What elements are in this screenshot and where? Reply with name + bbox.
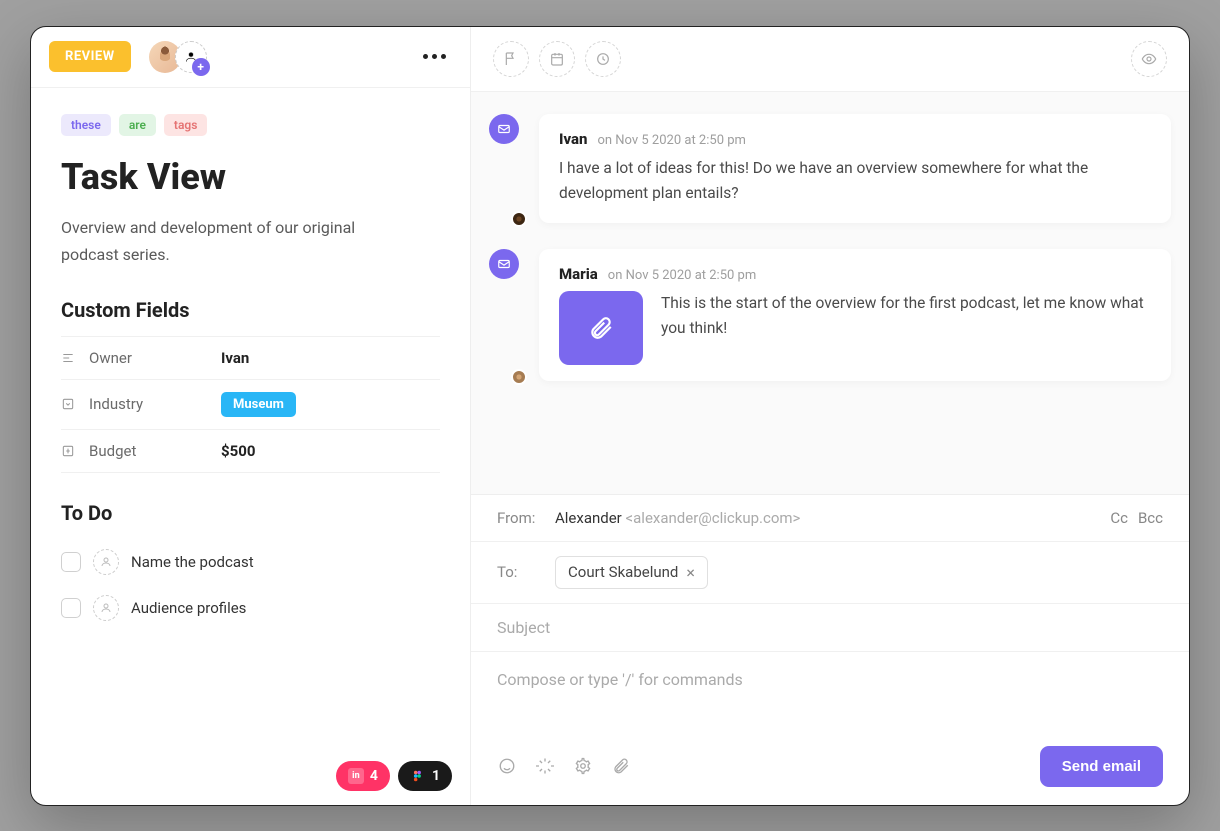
todo-item: Name the podcast — [61, 539, 440, 585]
comment-avatar — [489, 249, 523, 381]
user-avatar-mini — [511, 369, 527, 385]
custom-field-row: Budget $500 — [61, 429, 440, 473]
figma-pill[interactable]: 1 — [398, 761, 452, 791]
comment-thread: Ivan on Nov 5 2020 at 2:50 pm I have a l… — [471, 92, 1189, 494]
comment-timestamp: on Nov 5 2020 at 2:50 pm — [608, 268, 756, 283]
recipient-name: Court Skabelund — [568, 563, 678, 581]
to-row: To: Court Skabelund × — [471, 542, 1189, 604]
right-header — [471, 27, 1189, 92]
remove-recipient-icon[interactable]: × — [686, 563, 695, 582]
body-row — [471, 652, 1189, 734]
tag[interactable]: these — [61, 114, 111, 136]
tag-list: these are tags — [61, 114, 440, 136]
email-composer: From: Alexander <alexander@clickup.com> … — [471, 494, 1189, 805]
from-name: Alexander — [555, 509, 622, 527]
cf-label: Owner — [81, 349, 221, 367]
comment-body: I have a lot of ideas for this! Do we ha… — [559, 156, 1151, 207]
app-window: REVIEW + these are tags Task View Overvi… — [30, 26, 1190, 806]
left-footer: in 4 1 — [336, 761, 452, 791]
cf-label: Budget — [81, 442, 221, 460]
cf-value[interactable]: Ivan — [221, 349, 249, 367]
comment-body: This is the start of the overview for th… — [661, 291, 1151, 342]
task-title[interactable]: Task View — [61, 156, 440, 198]
left-panel: REVIEW + these are tags Task View Overvi… — [31, 27, 471, 805]
cf-label: Industry — [81, 395, 221, 413]
checkbox[interactable] — [61, 552, 81, 572]
assign-todo-button[interactable] — [93, 595, 119, 621]
cf-value-chip[interactable]: Museum — [221, 392, 296, 417]
status-badge[interactable]: REVIEW — [49, 41, 131, 72]
cf-value[interactable]: $500 — [221, 442, 255, 460]
todo-section: To Do Name the podcast Audience profiles — [61, 501, 440, 631]
figma-count: 1 — [432, 768, 440, 784]
comment-timestamp: on Nov 5 2020 at 2:50 pm — [597, 133, 745, 148]
date-button[interactable] — [539, 41, 575, 77]
ai-button[interactable] — [535, 756, 555, 776]
comment-author: Maria — [559, 265, 598, 283]
mail-icon — [489, 249, 519, 279]
plus-icon: + — [192, 58, 210, 76]
comment: Ivan on Nov 5 2020 at 2:50 pm I have a l… — [489, 114, 1171, 223]
attachment-tile[interactable] — [559, 291, 643, 365]
invision-pill[interactable]: in 4 — [336, 761, 390, 791]
checkbox[interactable] — [61, 598, 81, 618]
tag[interactable]: are — [119, 114, 156, 136]
assign-todo-button[interactable] — [93, 549, 119, 575]
right-panel: Ivan on Nov 5 2020 at 2:50 pm I have a l… — [471, 27, 1189, 805]
paperclip-icon — [588, 315, 614, 341]
custom-field-row: Owner Ivan — [61, 336, 440, 379]
comment-bubble[interactable]: Maria on Nov 5 2020 at 2:50 pm This is t… — [539, 249, 1171, 381]
tag[interactable]: tags — [164, 114, 207, 136]
task-body: these are tags Task View Overview and de… — [31, 88, 470, 805]
comment: Maria on Nov 5 2020 at 2:50 pm This is t… — [489, 249, 1171, 381]
emoji-button[interactable] — [497, 756, 517, 776]
figma-icon — [410, 768, 426, 784]
text-field-icon — [61, 351, 81, 365]
flag-button[interactable] — [493, 41, 529, 77]
user-avatar-mini — [511, 211, 527, 227]
to-label: To: — [497, 563, 555, 581]
todo-text[interactable]: Name the podcast — [131, 553, 254, 571]
send-email-button[interactable]: Send email — [1040, 746, 1163, 787]
bcc-button[interactable]: Bcc — [1138, 509, 1163, 527]
task-description[interactable]: Overview and development of our original… — [61, 214, 361, 268]
subject-input[interactable] — [497, 618, 1163, 637]
from-row: From: Alexander <alexander@clickup.com> … — [471, 495, 1189, 542]
invision-icon: in — [348, 768, 364, 784]
todo-item: Audience profiles — [61, 585, 440, 631]
more-menu-button[interactable] — [417, 48, 452, 65]
attach-button[interactable] — [611, 756, 631, 776]
comment-avatar — [489, 114, 523, 223]
custom-fields-heading: Custom Fields — [61, 298, 440, 322]
body-input[interactable] — [497, 670, 1163, 710]
custom-fields-table: Owner Ivan Industry Museum Budget $500 — [61, 336, 440, 473]
from-label: From: — [497, 509, 555, 527]
comment-author: Ivan — [559, 130, 587, 148]
money-field-icon — [61, 444, 81, 458]
cc-button[interactable]: Cc — [1110, 509, 1128, 527]
composer-footer: Send email — [471, 734, 1189, 805]
custom-field-row: Industry Museum — [61, 379, 440, 429]
from-email: <alexander@clickup.com> — [626, 509, 801, 527]
todo-heading: To Do — [61, 501, 440, 525]
watch-button[interactable] — [1131, 41, 1167, 77]
settings-button[interactable] — [573, 756, 593, 776]
subject-row — [471, 604, 1189, 652]
add-assignee-button[interactable]: + — [175, 41, 207, 73]
invision-count: 4 — [370, 768, 378, 784]
todo-text[interactable]: Audience profiles — [131, 599, 246, 617]
left-header: REVIEW + — [31, 27, 470, 88]
mail-icon — [489, 114, 519, 144]
dropdown-field-icon — [61, 397, 81, 411]
recipient-chip[interactable]: Court Skabelund × — [555, 556, 708, 589]
assignee-group: + — [149, 41, 207, 73]
comment-bubble[interactable]: Ivan on Nov 5 2020 at 2:50 pm I have a l… — [539, 114, 1171, 223]
time-button[interactable] — [585, 41, 621, 77]
